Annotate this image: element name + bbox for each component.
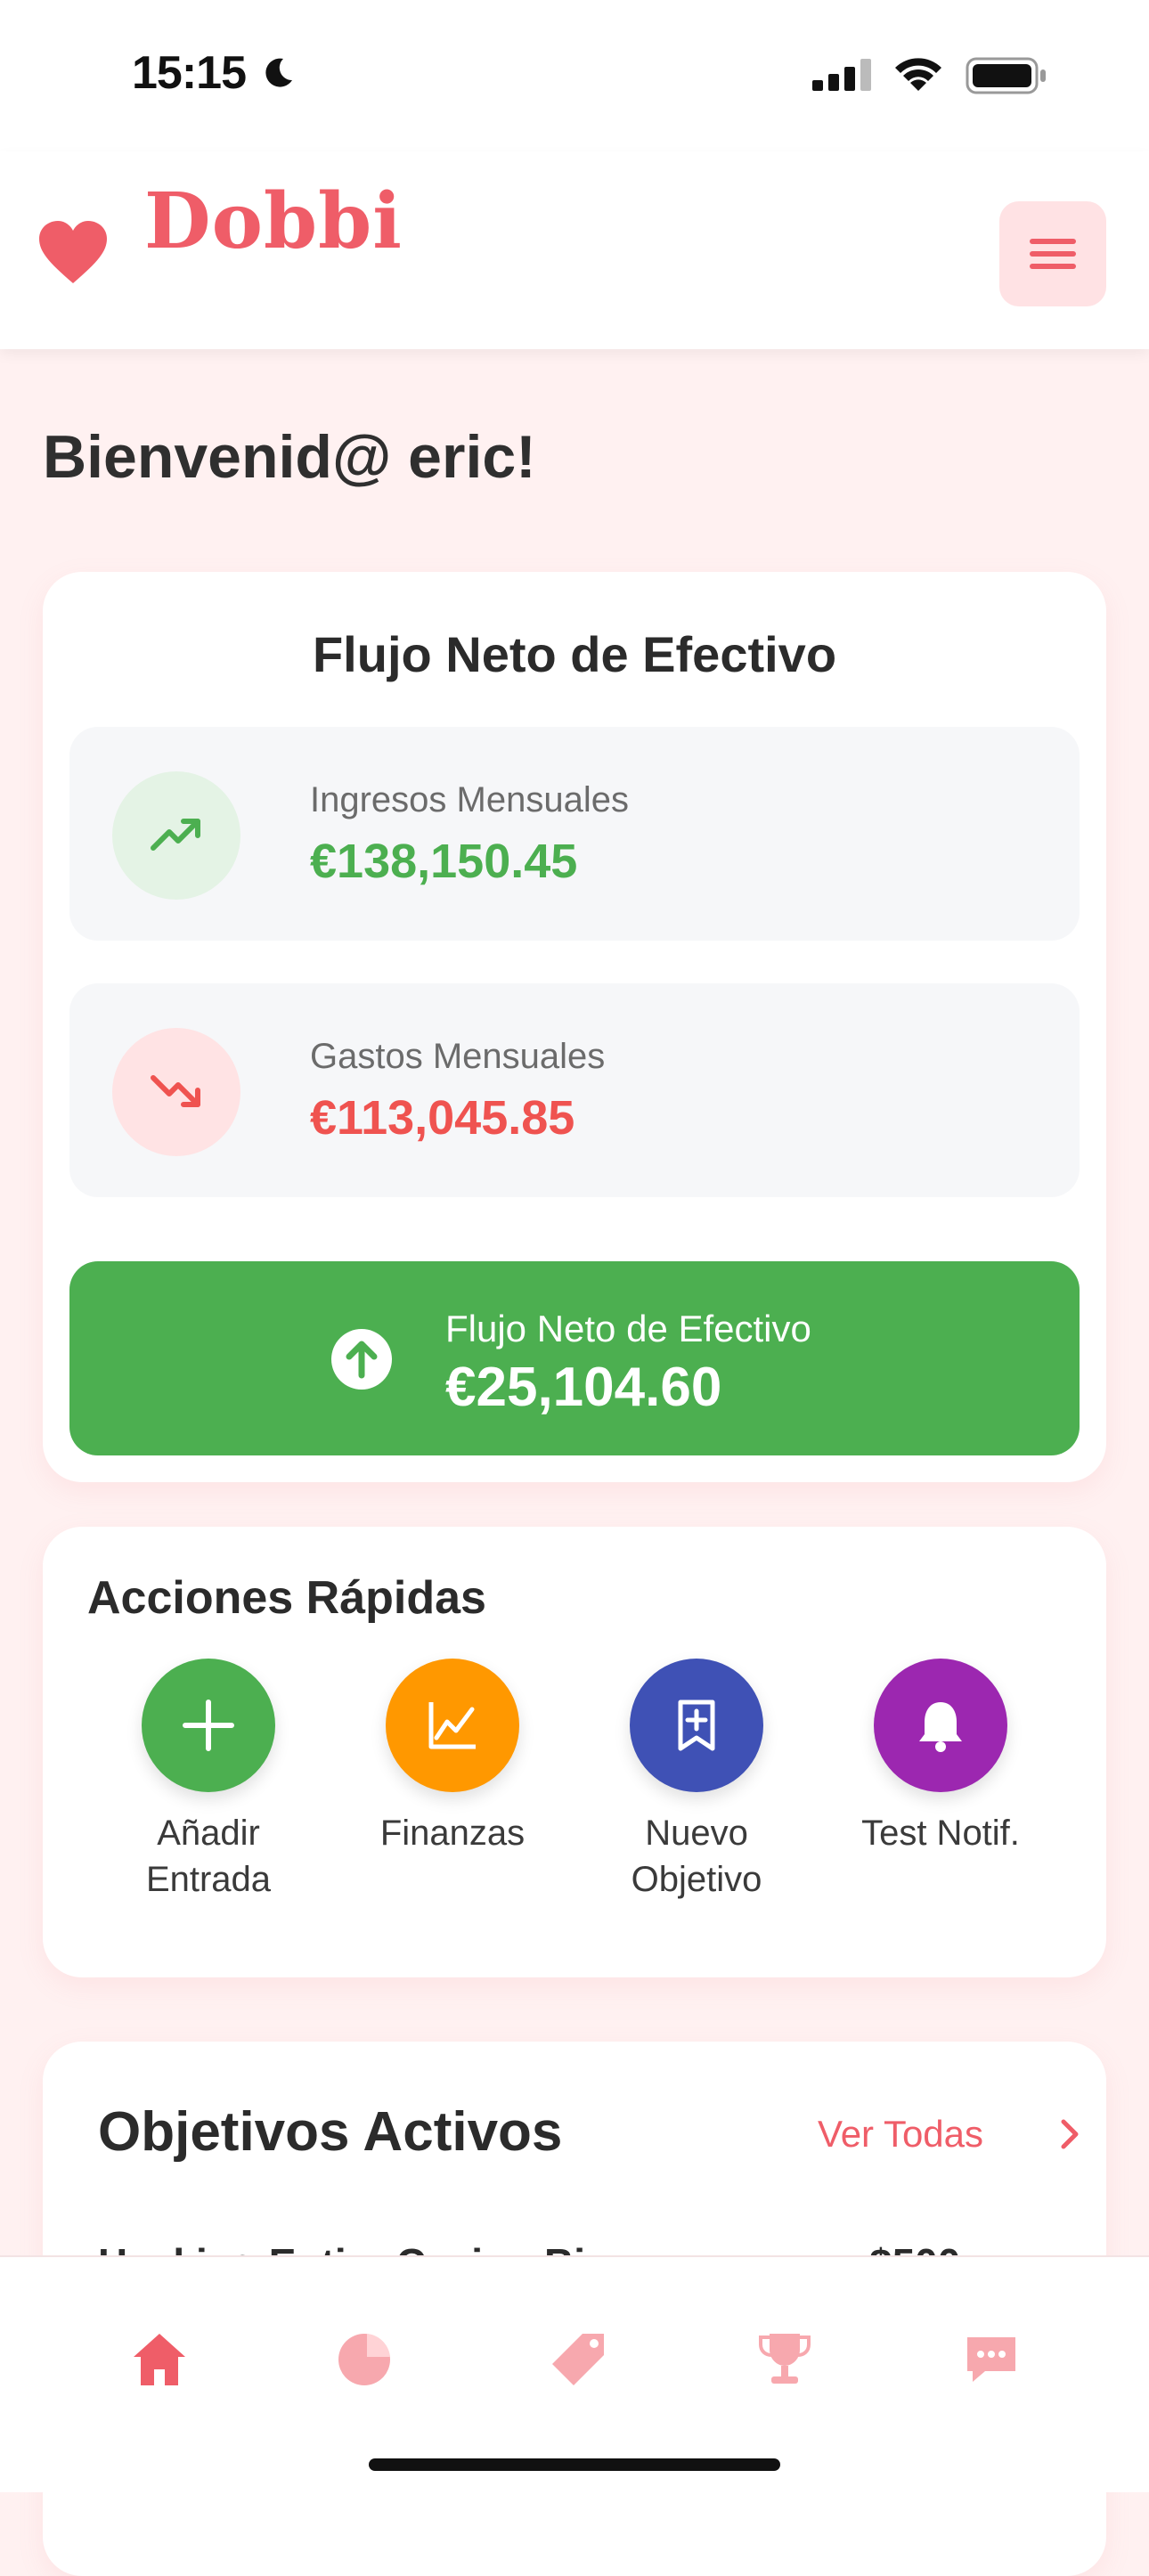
- trending-down-icon: [151, 1075, 200, 1107]
- tab-statistics[interactable]: [310, 2312, 417, 2419]
- expense-metric[interactable]: Gastos Mensuales €113,045.85: [69, 983, 1080, 1197]
- quick-actions-title: Acciones Rápidas: [87, 1572, 486, 1624]
- chevron-right-icon[interactable]: [1056, 2116, 1083, 2152]
- finances-label: Finanzas: [379, 1814, 526, 1853]
- arrow-up-circle-icon: [331, 1329, 392, 1390]
- tab-chat[interactable]: [937, 2312, 1044, 2419]
- tags-icon: [552, 2334, 604, 2385]
- expense-label: Gastos Mensuales: [310, 1037, 606, 1076]
- active-goals-title: Objetivos Activos: [98, 2101, 563, 2163]
- finances-circle: [386, 1659, 519, 1792]
- line-chart-icon: [428, 1702, 476, 1749]
- tab-home[interactable]: [105, 2312, 212, 2419]
- add-entry-action[interactable]: Añadir Entrada: [93, 1659, 324, 1903]
- app-logo: Dobbi: [144, 176, 403, 266]
- welcome-heading: Bienvenid@ eric!: [43, 423, 536, 491]
- net-cashflow-label: Flujo Neto de Efectivo: [445, 1308, 811, 1349]
- home-indicator[interactable]: [369, 2458, 780, 2471]
- test-notification-circle: [874, 1659, 1007, 1792]
- cashflow-card: Flujo Neto de Efectivo Ingresos Mensuale…: [43, 572, 1106, 1482]
- chat-icon: [967, 2337, 1015, 2382]
- battery-icon: [966, 57, 1046, 94]
- tab-tags[interactable]: [522, 2312, 629, 2419]
- wifi-icon: [895, 58, 941, 91]
- bottom-tab-bar: [0, 2255, 1149, 2492]
- income-label: Ingresos Mensuales: [310, 780, 629, 819]
- status-bar: 15:15: [0, 0, 1149, 151]
- trophy-icon: [759, 2334, 811, 2384]
- home-icon: [134, 2334, 185, 2385]
- cellular-signal-icon: [812, 59, 871, 91]
- expense-icon-badge: [112, 1028, 240, 1156]
- income-value: €138,150.45: [310, 835, 578, 888]
- net-cashflow-button[interactable]: Flujo Neto de Efectivo €25,104.60: [69, 1261, 1080, 1455]
- test-notification-action[interactable]: Test Notif.: [825, 1659, 1056, 1856]
- quick-actions-card: Acciones Rápidas Añadir Entrada Finanzas…: [43, 1527, 1106, 1977]
- pie-chart-icon: [338, 2334, 390, 2385]
- hamburger-menu-icon: [1030, 239, 1076, 269]
- finances-action[interactable]: Finanzas: [337, 1659, 568, 1856]
- tab-achievements[interactable]: [730, 2312, 837, 2419]
- plus-icon: [183, 1700, 234, 1751]
- test-notification-label: Test Notif.: [861, 1814, 1020, 1853]
- cashflow-title: Flujo Neto de Efectivo: [312, 626, 837, 682]
- bookmark-add-icon: [678, 1700, 715, 1751]
- new-goal-circle: [630, 1659, 763, 1792]
- heart-icon: [39, 221, 107, 283]
- bell-icon: [919, 1702, 962, 1752]
- see-all-link[interactable]: Ver Todas: [818, 2113, 983, 2156]
- trending-up-icon: [151, 819, 200, 851]
- moon-icon: [265, 58, 292, 87]
- new-goal-label: Nuevo Objetivo: [631, 1814, 762, 1899]
- add-entry-circle: [142, 1659, 275, 1792]
- expense-value: €113,045.85: [310, 1091, 575, 1145]
- income-metric[interactable]: Ingresos Mensuales €138,150.45: [69, 727, 1080, 941]
- app-header: Dobbi: [0, 151, 1149, 349]
- status-time: 15:15: [132, 47, 247, 99]
- income-icon-badge: [112, 771, 240, 900]
- new-goal-action[interactable]: Nuevo Objetivo: [581, 1659, 812, 1903]
- add-entry-label: Añadir Entrada: [145, 1814, 272, 1899]
- net-cashflow-value: €25,104.60: [445, 1357, 722, 1418]
- menu-button[interactable]: [999, 201, 1106, 306]
